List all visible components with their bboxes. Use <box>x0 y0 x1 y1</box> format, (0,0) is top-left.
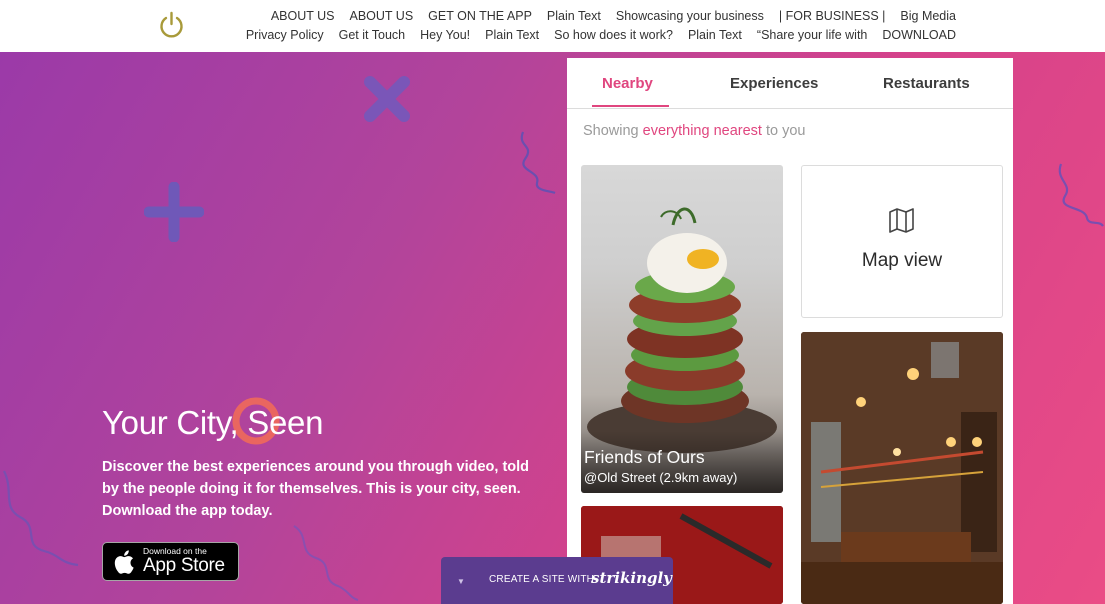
nav-link[interactable]: Plain Text <box>547 9 601 23</box>
map-view-label: Map view <box>861 250 943 271</box>
tab-nearby[interactable]: Nearby <box>602 75 653 92</box>
nav-link[interactable]: Hey You! <box>420 28 470 42</box>
showing-prefix: Showing <box>583 123 643 139</box>
hero-description: Discover the best experiences around you… <box>102 459 530 519</box>
nav-link[interactable]: Showcasing your business <box>616 9 764 23</box>
tab-experiences[interactable]: Experiences <box>730 75 818 92</box>
map-icon <box>889 208 914 233</box>
nav-link[interactable]: So how does it work? <box>554 28 673 42</box>
nav-row-secondary: Privacy Policy Get it Touch Hey You! Pla… <box>246 28 956 42</box>
map-view-button[interactable]: Map view <box>801 165 1003 318</box>
tab-bar: Nearby Experiences Restaurants <box>567 58 1013 109</box>
venue-card[interactable] <box>801 332 1003 604</box>
apple-icon <box>114 549 134 574</box>
decorative-squiggle <box>293 525 359 601</box>
showing-suffix: to you <box>761 123 806 139</box>
nav-link[interactable]: | FOR BUSINESS | <box>779 9 886 23</box>
decorative-squiggle <box>3 470 79 567</box>
nav-link[interactable]: DOWNLOAD <box>882 28 956 42</box>
venue-location: @Old Street (2.9km away) <box>584 470 738 485</box>
showing-highlight: everything nearest <box>642 123 762 139</box>
app-store-badge[interactable]: Download on the App Store <box>102 542 239 581</box>
badge-big-text: App Store <box>143 555 225 576</box>
nav-link[interactable]: Privacy Policy <box>246 28 324 42</box>
nav-row-primary: ABOUT US ABOUT US GET ON THE APP Plain T… <box>271 9 956 23</box>
nav-link[interactable]: ABOUT US <box>350 9 414 23</box>
nav-link[interactable]: ABOUT US <box>271 9 335 23</box>
strikingly-logo: strikingly <box>591 569 672 587</box>
active-tab-indicator <box>592 105 669 107</box>
tab-restaurants[interactable]: Restaurants <box>883 75 970 92</box>
decorative-x-shape <box>364 76 410 122</box>
nav-link[interactable]: Get it Touch <box>339 28 405 42</box>
nav-link[interactable]: “Share your life with <box>757 28 867 42</box>
nav-link[interactable]: GET ON THE APP <box>428 9 532 23</box>
hero-title: Your City, Seen <box>102 404 324 441</box>
venue-card[interactable]: Friends of Ours @Old Street (2.9km away) <box>581 165 783 493</box>
decorative-squiggle <box>1058 163 1104 227</box>
hero-section: Your City, Seen Discover the best experi… <box>0 52 1105 604</box>
create-site-banner[interactable]: ▼ CREATE A SITE WITH strikingly <box>441 557 673 604</box>
nav-link[interactable]: Plain Text <box>688 28 742 42</box>
pub-interior-image <box>801 332 1003 604</box>
venue-name: Friends of Ours <box>584 447 705 467</box>
nav-link[interactable]: Plain Text <box>485 28 539 42</box>
nav-link[interactable]: Big Media <box>900 9 956 23</box>
power-logo-icon[interactable] <box>158 11 185 40</box>
showing-text: Showing everything nearest to you <box>583 123 805 139</box>
decorative-squiggle <box>520 131 556 195</box>
chevron-down-icon: ▼ <box>457 577 465 586</box>
banner-text: CREATE A SITE WITH <box>489 574 595 585</box>
top-navigation: ABOUT US ABOUT US GET ON THE APP Plain T… <box>0 0 1105 52</box>
app-preview-panel: Nearby Experiences Restaurants Showing e… <box>567 58 1013 604</box>
decorative-plus-shape <box>144 182 204 242</box>
